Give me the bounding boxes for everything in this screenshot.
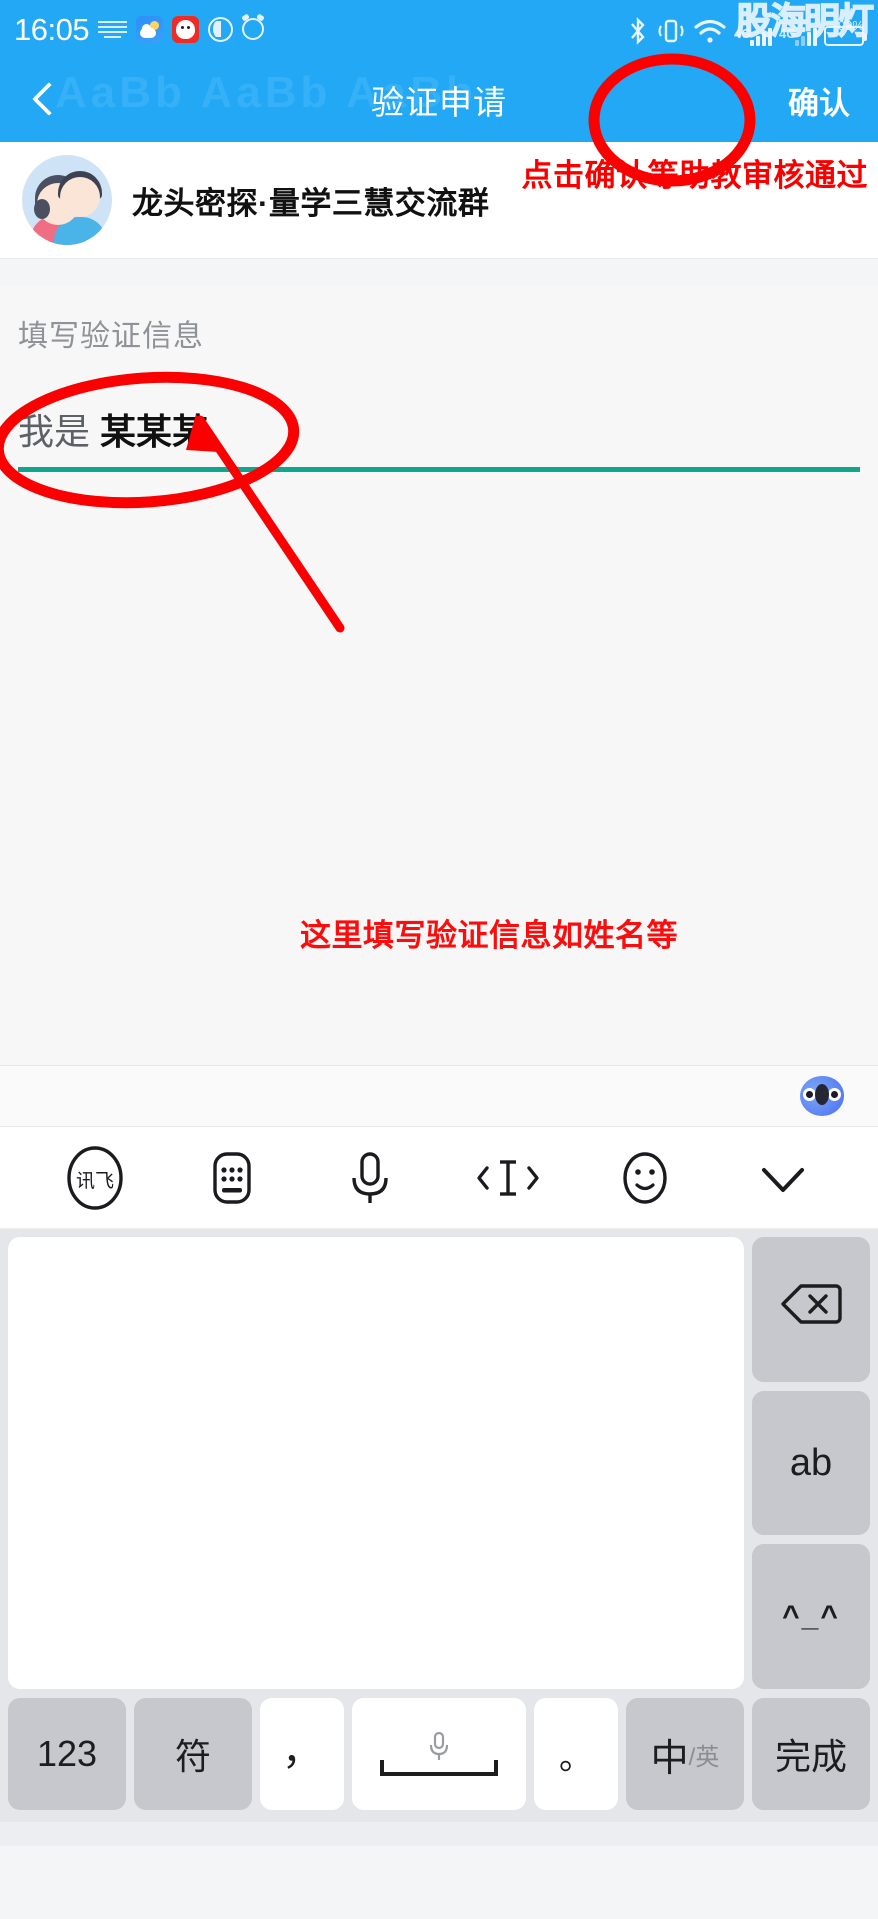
- annotation-top-note: 点击确认等助教审核通过: [521, 158, 868, 193]
- emoji-face-icon[interactable]: [609, 1142, 681, 1214]
- language-toggle-key[interactable]: 中/英: [626, 1698, 744, 1810]
- symbol-key[interactable]: 符: [134, 1698, 252, 1810]
- period-key[interactable]: 。: [534, 1698, 618, 1810]
- chevron-down-icon[interactable]: [747, 1142, 819, 1214]
- input-underline: [18, 467, 860, 472]
- status-bar-left: 16:05: [14, 11, 265, 47]
- handwriting-input-pad[interactable]: [8, 1237, 744, 1689]
- verification-input-wrapper[interactable]: 我是 某某某: [18, 403, 860, 472]
- weather-app-icon: [136, 15, 164, 43]
- group-name: 龙头密探·量学三慧交流群: [132, 185, 490, 221]
- numeric-key[interactable]: 123: [8, 1698, 126, 1810]
- status-time: 16:05: [14, 11, 90, 47]
- group-avatar-icon: [22, 155, 112, 245]
- candidate-strip[interactable]: [0, 1065, 878, 1127]
- group-row: 龙头密探·量学三慧交流群 点击确认等助教审核通过: [0, 142, 878, 259]
- space-bar-glyph: [380, 1731, 498, 1776]
- keyboard: ab ^_^ 123 符 ， 。 中/英 完成: [0, 1229, 878, 1822]
- input-value: 某某某: [100, 411, 209, 452]
- keyboard-side-column: ab ^_^: [752, 1237, 870, 1690]
- form-label: 填写验证信息: [18, 320, 204, 353]
- keyboard-toolbar: 讯飞: [0, 1127, 878, 1229]
- status-watermark: 股海明灯: [735, 1, 875, 42]
- backspace-icon: [780, 1282, 842, 1336]
- red-app-icon: [172, 15, 200, 43]
- iflytek-logo-icon[interactable]: 讯飞: [59, 1142, 131, 1214]
- alarm-icon: [242, 18, 265, 40]
- keyboard-switch-icon[interactable]: [196, 1142, 268, 1214]
- cursor-move-icon[interactable]: [472, 1142, 544, 1214]
- language-toggle-sub: /英: [688, 1743, 720, 1771]
- done-key[interactable]: 完成: [752, 1698, 870, 1810]
- ab-key[interactable]: ab: [752, 1390, 870, 1536]
- verification-form: 填写验证信息 我是 某某某 这里填写验证信息如姓名等: [0, 285, 878, 1065]
- nav-bar: AaBb AaBb AaBb 验证申请 确认: [0, 58, 878, 142]
- verification-input[interactable]: 我是 某某某: [18, 403, 860, 467]
- status-bar: 16:05 4G 4G 99% 股海明灯: [0, 0, 878, 58]
- comma-key[interactable]: ，: [260, 1698, 344, 1810]
- svg-text:讯飞: 讯飞: [76, 1170, 114, 1192]
- backspace-key[interactable]: [752, 1237, 870, 1382]
- confirm-button[interactable]: 确认: [788, 78, 854, 123]
- kaomoji-key[interactable]: ^_^: [752, 1544, 870, 1690]
- section-gap: [0, 259, 878, 285]
- vibrate-icon: [656, 16, 686, 46]
- page-title: 验证申请: [371, 84, 507, 121]
- eye-icon: [208, 16, 234, 42]
- language-toggle-main: 中: [650, 1737, 689, 1780]
- keyboard-footer-bar: [0, 1822, 878, 1846]
- space-key[interactable]: [352, 1698, 526, 1810]
- input-prefix: 我是: [18, 411, 91, 452]
- keyboard-main-row: ab ^_^: [8, 1237, 870, 1690]
- keyboard-icon: [98, 20, 128, 38]
- annotation-mid-note: 这里填写验证信息如姓名等: [300, 918, 678, 953]
- wifi-icon: [693, 16, 727, 46]
- microphone-icon: [429, 1731, 449, 1760]
- microphone-icon[interactable]: [334, 1142, 406, 1214]
- iflytek-mascot-icon[interactable]: [800, 1076, 844, 1116]
- keyboard-bottom-row: 123 符 ， 。 中/英 完成: [8, 1698, 870, 1810]
- bluetooth-icon: [627, 16, 649, 46]
